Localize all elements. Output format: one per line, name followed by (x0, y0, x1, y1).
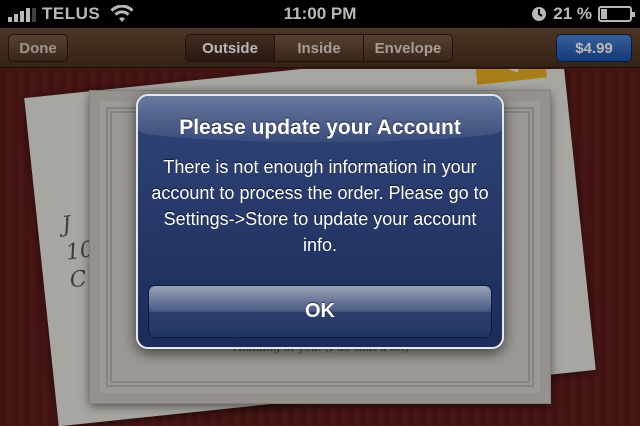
alert-dialog: Please update your Account There is not … (136, 94, 504, 349)
alert-message: There is not enough information in your … (151, 157, 489, 255)
alert-title: Please update your Account (179, 116, 461, 139)
ok-button[interactable]: OK (148, 285, 492, 338)
